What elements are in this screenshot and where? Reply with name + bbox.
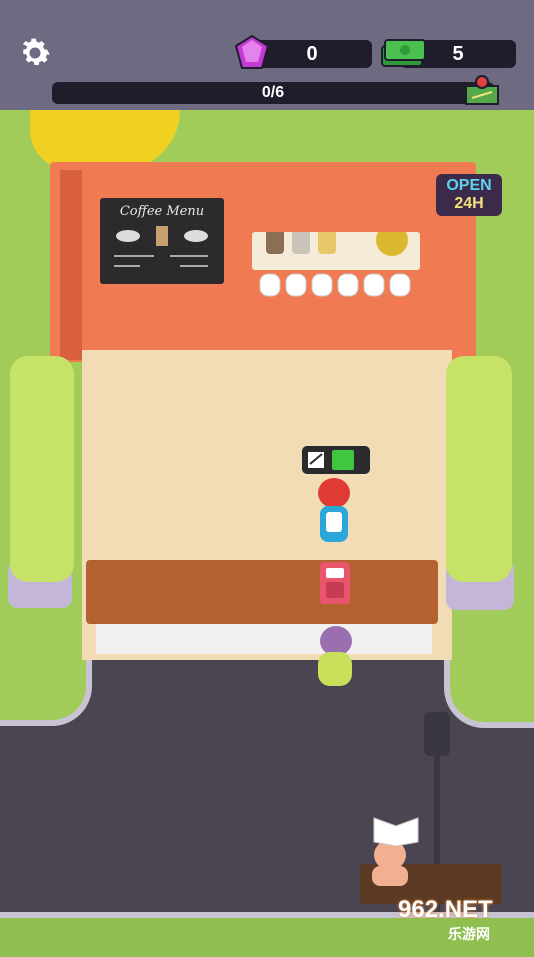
customer-character[interactable] [314,626,356,688]
gem-count: 0 [306,42,318,65]
open-sign-line2: 24H [454,195,484,212]
energy-bar-fill [332,450,354,470]
curb-right [444,650,534,728]
pad-icon [308,452,324,468]
watermark-sub: 乐游网 [448,926,490,942]
coffee-menu-board: Coffee Menu [100,198,224,284]
level-progress-bar: 0/6 [52,82,494,104]
cup-shelf [252,224,420,270]
site-watermark: 962.NET 乐游网 [398,896,528,946]
hedge-left [10,356,74,582]
cash-stack-icon [381,39,426,67]
gear-icon[interactable] [16,34,54,72]
wall-side [60,170,82,360]
map-icon[interactable] [464,74,500,106]
gem-icon [234,34,270,69]
hanging-cups-icon [259,273,411,297]
watermark-brand: 962.NET [398,896,493,923]
book-icon [373,817,419,846]
curb-left [0,650,92,726]
service-counter[interactable] [86,560,438,624]
cash-register[interactable] [320,562,350,604]
cash-count: 5 [452,42,464,65]
menu-board-title: Coffee Menu [119,204,205,219]
worker-energy-indicator [302,446,370,474]
coffee-cups-icon [114,226,208,267]
counter-front [96,622,432,654]
open-sign-line1: OPEN [446,177,492,194]
level-progress-text: 0/6 [261,84,285,101]
coffee-cups-icon [266,224,408,256]
barista-character[interactable] [314,478,354,548]
hedge-right [446,356,512,582]
open-24h-sign: OPEN 24H [436,174,502,216]
